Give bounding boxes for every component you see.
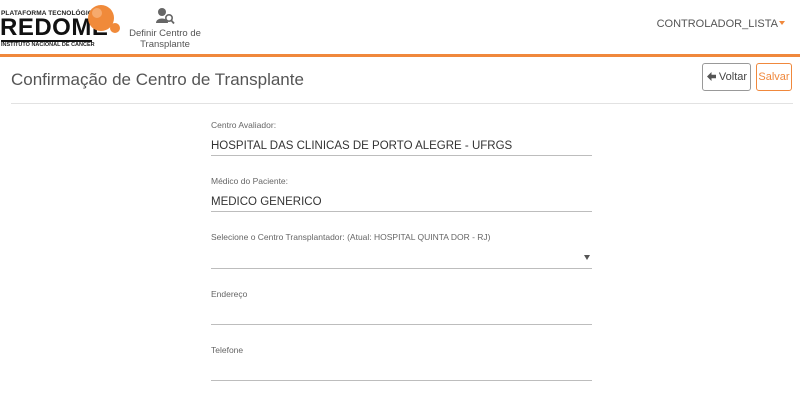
caret-down-icon (779, 21, 785, 26)
nav-label-line1: Definir Centro de (129, 28, 201, 39)
logo-bottom-text: INSTITUTO NACIONAL DE CÂNCER (1, 42, 95, 48)
telefone-input[interactable] (211, 361, 592, 381)
user-search-icon (156, 8, 175, 25)
field-centro-avaliador: Centro Avaliador: (211, 120, 592, 156)
centro-avaliador-label: Centro Avaliador: (211, 120, 277, 130)
telefone-label: Telefone (211, 345, 244, 355)
endereco-label: Endereço (211, 289, 248, 299)
field-endereco: Endereço (211, 289, 592, 325)
back-button-label: Voltar (718, 71, 748, 83)
page-header: Confirmação de Centro de Transplante (0, 57, 800, 104)
field-centro-transplantador: Selecione o Centro Transplantador: (Atua… (211, 232, 592, 269)
page-title: Confirmação de Centro de Transplante (11, 70, 304, 89)
arrow-left-icon (706, 71, 716, 81)
balloon-icon (88, 5, 120, 33)
field-telefone: Telefone (211, 345, 592, 381)
nav-label-line2: Transplante (140, 39, 190, 50)
back-button[interactable]: Voltar (702, 63, 751, 91)
dropdown-arrow-icon (584, 255, 590, 260)
field-medico: Médico do Paciente: (211, 176, 592, 212)
centro-transplantador-select[interactable] (211, 249, 592, 269)
user-menu-label: CONTROLADOR_LISTA (656, 18, 778, 30)
centro-transplantador-label: Selecione o Centro Transplantador: (Atua… (211, 232, 491, 242)
medico-input[interactable] (211, 192, 592, 212)
header-divider (11, 103, 793, 104)
user-menu[interactable]: CONTROLADOR_LISTA (657, 18, 785, 30)
medico-label: Médico do Paciente: (211, 176, 289, 186)
nav-definir-centro[interactable]: Definir Centro de Transplante (128, 4, 202, 52)
centro-avaliador-input[interactable] (211, 136, 592, 156)
redome-logo[interactable]: PLATAFORMA TECNOLÓGICA REDOME INSTITUTO … (0, 2, 125, 52)
top-navbar: PLATAFORMA TECNOLÓGICA REDOME INSTITUTO … (0, 0, 800, 57)
save-button[interactable]: Salvar (756, 63, 792, 91)
endereco-input[interactable] (211, 305, 592, 325)
